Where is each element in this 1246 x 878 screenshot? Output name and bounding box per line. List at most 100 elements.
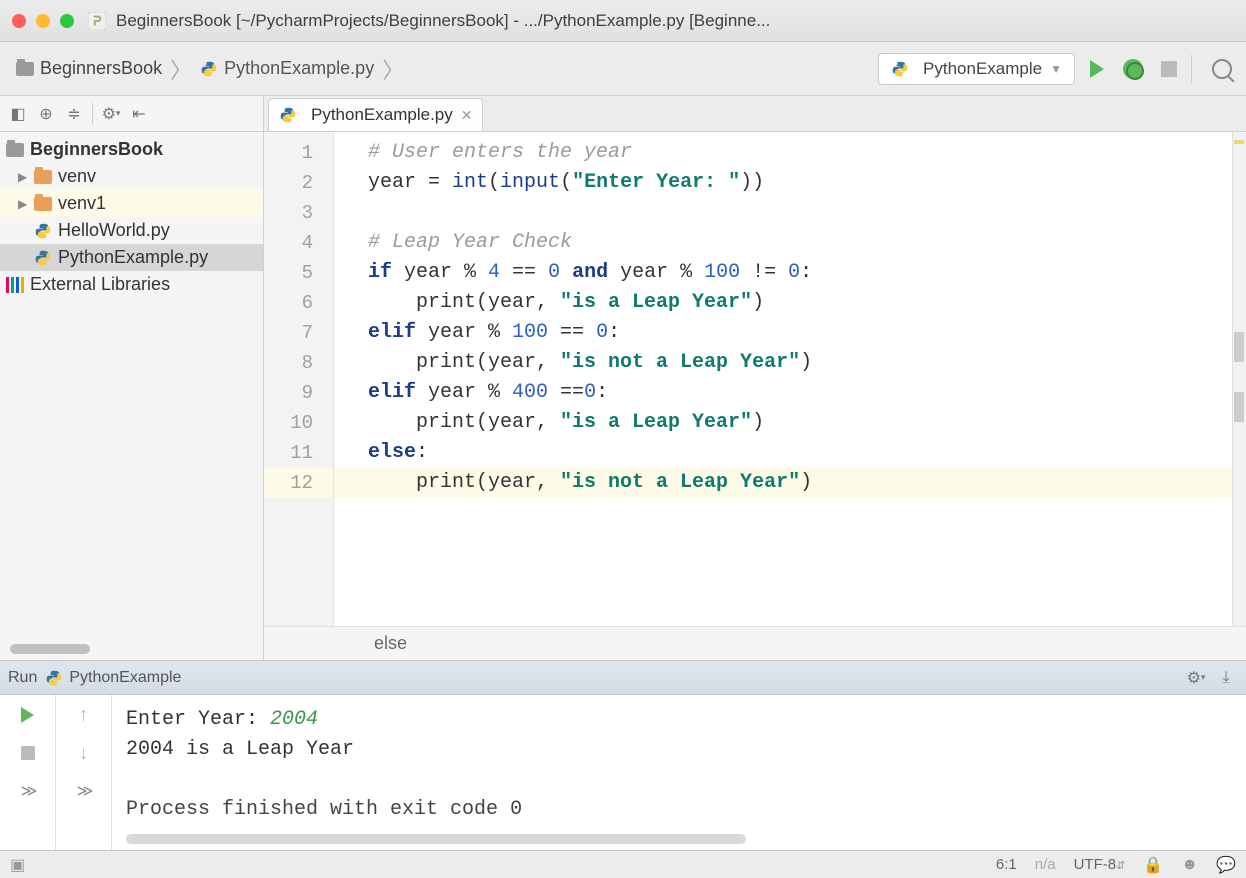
play-icon bbox=[1090, 60, 1104, 78]
caret-position[interactable]: 6:1 bbox=[996, 856, 1017, 873]
line-number: 8 bbox=[264, 348, 333, 378]
more-icon[interactable]: ≫ bbox=[72, 779, 96, 803]
line-number: 3 bbox=[264, 198, 333, 228]
code-content[interactable]: # User enters the yearyear = int(input("… bbox=[334, 132, 1246, 626]
zoom-window-icon[interactable] bbox=[60, 14, 74, 28]
python-file-icon bbox=[45, 669, 63, 687]
scroll-marker[interactable] bbox=[1234, 332, 1244, 362]
line-number: 5 bbox=[264, 258, 333, 288]
scroll-marker[interactable] bbox=[1234, 392, 1244, 422]
line-number: 6 bbox=[264, 288, 333, 318]
run-config-name: PythonExample bbox=[69, 669, 181, 687]
tree-item-label: venv1 bbox=[58, 193, 106, 214]
breadcrumb-project-label: BeginnersBook bbox=[40, 58, 162, 79]
main-area: ◧ ⊕ ≑ ⚙▾ ⇤ BeginnersBook ▶ venv ▶ venv1 bbox=[0, 96, 1246, 660]
close-tab-icon[interactable]: ✕ bbox=[461, 107, 473, 124]
expand-arrow-icon[interactable]: ▶ bbox=[18, 197, 32, 211]
line-number-gutter: 1 2 3 4 5 6 7 8 9 10 11 12 bbox=[264, 132, 334, 626]
rerun-button[interactable] bbox=[16, 703, 40, 727]
collapse-all-icon[interactable]: ⊕ bbox=[34, 102, 58, 126]
scrollbar-thumb[interactable] bbox=[10, 644, 90, 654]
folder-icon bbox=[34, 170, 52, 184]
minimize-window-icon[interactable] bbox=[36, 14, 50, 28]
divider bbox=[92, 103, 93, 125]
stop-button[interactable] bbox=[1155, 55, 1183, 83]
down-arrow-icon[interactable]: ↓ bbox=[72, 741, 96, 765]
run-label: Run bbox=[8, 669, 37, 687]
project-toolbar: ◧ ⊕ ≑ ⚙▾ ⇤ bbox=[0, 96, 263, 132]
run-toolbar-nav: ↑ ↓ ≫ bbox=[56, 695, 112, 850]
breadcrumb-project[interactable]: BeginnersBook bbox=[10, 54, 168, 83]
project-tree[interactable]: BeginnersBook ▶ venv ▶ venv1 HelloWorld.… bbox=[0, 132, 263, 302]
editor-tabs: PythonExample.py ✕ bbox=[264, 96, 1246, 132]
export-icon[interactable]: ⤓ bbox=[1214, 666, 1238, 690]
stop-button[interactable] bbox=[16, 741, 40, 765]
project-tool-window: ◧ ⊕ ≑ ⚙▾ ⇤ BeginnersBook ▶ venv ▶ venv1 bbox=[0, 96, 264, 660]
structure-breadcrumb[interactable]: else bbox=[264, 626, 1246, 660]
scroll-from-source-icon[interactable]: ◧ bbox=[6, 102, 30, 126]
tree-item-label: HelloWorld.py bbox=[58, 220, 170, 241]
line-number: 2 bbox=[264, 168, 333, 198]
tree-item-helloworld[interactable]: HelloWorld.py bbox=[0, 217, 263, 244]
file-encoding[interactable]: UTF-8⇵ bbox=[1074, 856, 1126, 873]
python-file-icon bbox=[34, 249, 52, 267]
editor-tab-label: PythonExample.py bbox=[311, 105, 453, 125]
inspector-icon[interactable]: ☻ bbox=[1181, 856, 1198, 874]
more-icon[interactable]: ≫ bbox=[16, 779, 40, 803]
line-number: 12 bbox=[264, 468, 333, 498]
search-everywhere-button[interactable] bbox=[1208, 55, 1236, 83]
debug-button[interactable] bbox=[1119, 55, 1147, 83]
bug-icon bbox=[1123, 59, 1143, 79]
line-separator[interactable]: n/a bbox=[1035, 856, 1056, 873]
line-number: 11 bbox=[264, 438, 333, 468]
editor-tab[interactable]: PythonExample.py ✕ bbox=[268, 98, 483, 131]
tree-item-venv[interactable]: ▶ venv bbox=[0, 163, 263, 190]
run-button[interactable] bbox=[1083, 55, 1111, 83]
error-stripe[interactable] bbox=[1232, 132, 1246, 626]
tree-root[interactable]: BeginnersBook bbox=[0, 136, 263, 163]
console-output[interactable]: Enter Year: 2004 2004 is a Leap Year Pro… bbox=[112, 695, 1246, 850]
line-number: 4 bbox=[264, 228, 333, 258]
run-toolbar-left: ≫ bbox=[0, 695, 56, 850]
breadcrumb-file[interactable]: PythonExample.py bbox=[194, 54, 380, 83]
libraries-icon bbox=[6, 277, 24, 293]
line-number: 10 bbox=[264, 408, 333, 438]
console-line: Process finished with exit code 0 bbox=[126, 795, 1232, 825]
run-configuration-selector[interactable]: PythonExample ▼ bbox=[878, 53, 1075, 85]
run-body: ≫ ↑ ↓ ≫ Enter Year: 2004 2004 is a Leap … bbox=[0, 695, 1246, 850]
folder-icon bbox=[34, 197, 52, 211]
chevron-right-icon: 〉 bbox=[170, 53, 192, 85]
warning-marker[interactable] bbox=[1234, 140, 1244, 144]
close-window-icon[interactable] bbox=[12, 14, 26, 28]
up-arrow-icon[interactable]: ↑ bbox=[72, 703, 96, 727]
line-number: 9 bbox=[264, 378, 333, 408]
tree-item-label: External Libraries bbox=[30, 274, 170, 295]
chevron-right-icon: 〉 bbox=[382, 53, 404, 85]
python-file-icon bbox=[891, 60, 909, 78]
hide-panel-icon[interactable]: ⇤ bbox=[127, 102, 151, 126]
python-file-icon bbox=[34, 222, 52, 240]
folder-icon bbox=[6, 143, 24, 157]
line-number: 1 bbox=[264, 138, 333, 168]
tree-external-libraries[interactable]: External Libraries bbox=[0, 271, 263, 298]
run-header: Run PythonExample ⚙▾ ⤓ bbox=[0, 661, 1246, 695]
tool-window-toggle-icon[interactable]: ▣ bbox=[10, 855, 25, 875]
tree-root-label: BeginnersBook bbox=[30, 139, 163, 160]
stop-icon bbox=[1161, 61, 1177, 77]
window-title: BeginnersBook [~/PycharmProjects/Beginne… bbox=[116, 11, 1234, 31]
scrollbar-thumb[interactable] bbox=[126, 834, 746, 844]
settings-gear-icon[interactable]: ⚙▾ bbox=[1184, 666, 1208, 690]
feedback-icon[interactable]: 💬 bbox=[1216, 855, 1236, 875]
tree-item-venv1[interactable]: ▶ venv1 bbox=[0, 190, 263, 217]
stop-icon bbox=[21, 746, 35, 760]
titlebar: BeginnersBook [~/PycharmProjects/Beginne… bbox=[0, 0, 1246, 42]
expand-all-icon[interactable]: ≑ bbox=[62, 102, 86, 126]
tree-item-pythonexample[interactable]: PythonExample.py bbox=[0, 244, 263, 271]
console-line bbox=[126, 765, 1232, 795]
window-controls bbox=[12, 14, 74, 28]
expand-arrow-icon[interactable]: ▶ bbox=[18, 170, 32, 184]
code-editor[interactable]: 1 2 3 4 5 6 7 8 9 10 11 12 # User enters… bbox=[264, 132, 1246, 626]
lock-icon[interactable]: 🔒 bbox=[1143, 855, 1163, 875]
settings-gear-icon[interactable]: ⚙▾ bbox=[99, 102, 123, 126]
breadcrumb-node[interactable]: else bbox=[374, 633, 407, 654]
